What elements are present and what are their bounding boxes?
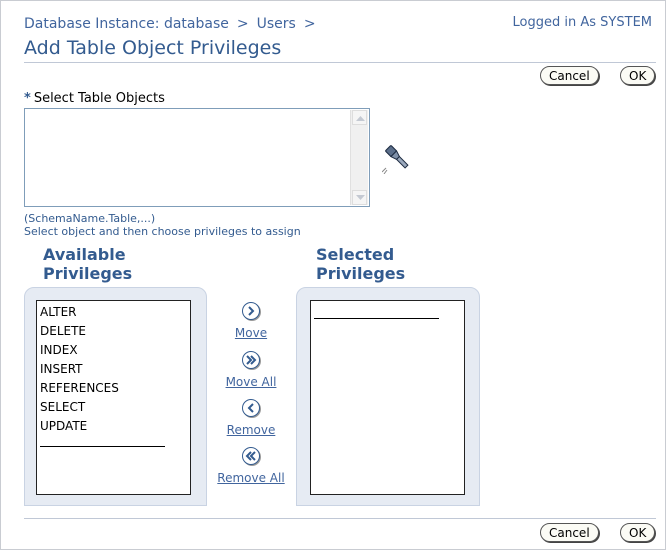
breadcrumb: Database Instance: database > Users > (24, 16, 324, 32)
list-item[interactable]: DELETE (40, 322, 187, 341)
ok-button-bottom[interactable]: OK (620, 523, 656, 542)
chevron-right-icon[interactable] (242, 302, 260, 320)
flashlight-icon[interactable] (381, 142, 414, 178)
double-chevron-right-icon[interactable] (242, 351, 260, 369)
available-heading-line1: Available (43, 245, 126, 264)
breadcrumb-separator: > (236, 16, 249, 32)
title-divider (24, 62, 656, 63)
cancel-button-top[interactable]: Cancel (540, 66, 599, 85)
required-marker: * (24, 91, 31, 106)
logged-in-status: Logged in As SYSTEM (512, 15, 652, 30)
list-item[interactable]: INDEX (40, 341, 187, 360)
move-link[interactable]: Move (206, 326, 296, 340)
format-hint: (SchemaName.Table,...) (24, 212, 156, 225)
move-all-control[interactable]: Move All (206, 351, 296, 389)
select-table-objects-label: * Select Table Objects (24, 91, 165, 106)
page-title: Add Table Object Privileges (24, 37, 282, 59)
list-item[interactable]: ALTER (40, 303, 187, 322)
double-chevron-left-icon[interactable] (242, 447, 260, 465)
breadcrumb-db-instance[interactable]: Database Instance: database (24, 16, 229, 32)
selected-heading-line1: Selected (316, 245, 395, 264)
list-item[interactable]: INSERT (40, 360, 187, 379)
scroll-up-icon[interactable] (352, 110, 367, 125)
remove-link[interactable]: Remove (206, 423, 296, 437)
bottom-divider (24, 518, 656, 519)
selected-heading-line2: Privileges (316, 264, 406, 283)
table-objects-textarea[interactable] (24, 108, 370, 207)
ok-button-top[interactable]: OK (620, 66, 656, 85)
available-heading-line2: Privileges (43, 264, 133, 283)
selected-privileges-list[interactable] (310, 300, 465, 495)
remove-all-link[interactable]: Remove All (206, 471, 296, 485)
cancel-button-bottom[interactable]: Cancel (540, 523, 599, 542)
instruction-text: Select object and then choose privileges… (24, 225, 301, 238)
remove-all-control[interactable]: Remove All (206, 447, 296, 485)
list-item[interactable]: UPDATE (40, 417, 187, 436)
scroll-down-icon[interactable] (352, 190, 367, 205)
available-privileges-list[interactable]: ALTER DELETE INDEX INSERT REFERENCES SEL… (36, 300, 191, 495)
selected-privileges-heading: Selected Privileges (316, 245, 405, 283)
remove-control[interactable]: Remove (206, 399, 296, 437)
list-item[interactable]: REFERENCES (40, 379, 187, 398)
move-all-link[interactable]: Move All (206, 375, 296, 389)
list-item[interactable]: SELECT (40, 398, 187, 417)
chevron-left-icon[interactable] (242, 399, 260, 417)
breadcrumb-users[interactable]: Users (257, 16, 296, 32)
list-separator (40, 446, 165, 447)
textarea-scrollbar[interactable] (350, 110, 368, 205)
list-separator (314, 318, 439, 319)
move-control[interactable]: Move (206, 302, 296, 340)
breadcrumb-separator: > (303, 16, 316, 32)
available-privileges-heading: Available Privileges (43, 245, 132, 283)
select-table-objects-text: Select Table Objects (33, 91, 165, 106)
